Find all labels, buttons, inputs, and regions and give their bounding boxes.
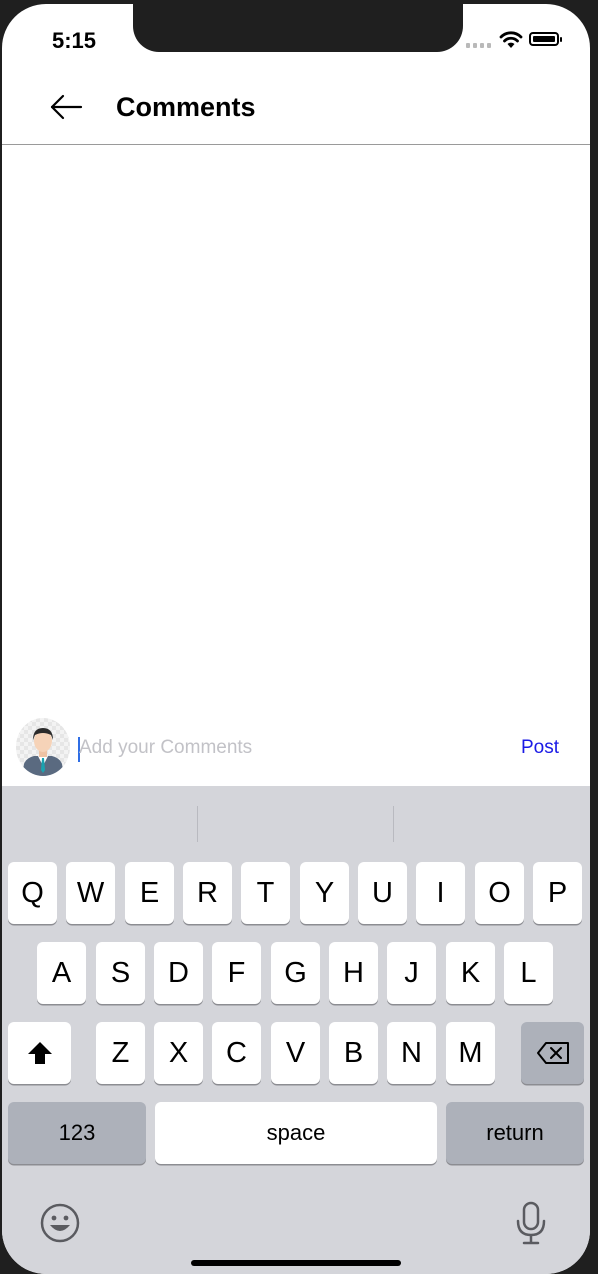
key-o[interactable]: O	[475, 862, 524, 924]
backspace-icon	[536, 1042, 569, 1064]
key-k[interactable]: K	[446, 942, 495, 1004]
suggestion-divider	[197, 806, 198, 842]
key-a[interactable]: A	[37, 942, 86, 1004]
key-q[interactable]: Q	[8, 862, 57, 924]
post-button[interactable]: Post	[521, 737, 559, 759]
microphone-icon[interactable]	[514, 1200, 548, 1246]
shift-icon	[27, 1042, 52, 1064]
header-divider	[2, 144, 590, 145]
key-t[interactable]: T	[241, 862, 290, 924]
home-indicator[interactable]	[191, 1260, 401, 1266]
battery-icon	[529, 32, 562, 46]
keyboard: Q W E R T Y U I O P A S D F G H J K L Z …	[2, 786, 590, 1274]
key-z[interactable]: Z	[96, 1022, 145, 1084]
page-title: Comments	[116, 92, 256, 122]
key-u[interactable]: U	[358, 862, 407, 924]
key-h[interactable]: H	[329, 942, 378, 1004]
comment-bar: Post	[2, 712, 590, 786]
key-d[interactable]: D	[154, 942, 203, 1004]
key-f[interactable]: F	[212, 942, 261, 1004]
key-r[interactable]: R	[183, 862, 232, 924]
status-time: 5:15	[52, 28, 97, 53]
key-v[interactable]: V	[271, 1022, 320, 1084]
key-x[interactable]: X	[154, 1022, 203, 1084]
key-j[interactable]: J	[387, 942, 436, 1004]
suggestion-divider	[393, 806, 394, 842]
key-s[interactable]: S	[96, 942, 145, 1004]
notch	[133, 4, 463, 52]
arrow-left-icon[interactable]	[46, 90, 86, 124]
cellular-signal-icon	[466, 43, 491, 48]
wifi-icon	[499, 31, 523, 48]
key-n[interactable]: N	[387, 1022, 436, 1084]
emoji-icon[interactable]	[39, 1202, 81, 1244]
key-i[interactable]: I	[416, 862, 465, 924]
return-key[interactable]: return	[446, 1102, 584, 1164]
numbers-key[interactable]: 123	[8, 1102, 146, 1164]
key-c[interactable]: C	[212, 1022, 261, 1084]
key-y[interactable]: Y	[300, 862, 349, 924]
user-avatar-icon	[16, 718, 70, 776]
key-m[interactable]: M	[446, 1022, 495, 1084]
phone-screen: 5:15 Comments Post Q W E	[2, 4, 590, 1274]
comment-input[interactable]	[79, 732, 459, 764]
key-p[interactable]: P	[533, 862, 582, 924]
space-key[interactable]: space	[155, 1102, 437, 1164]
shift-key[interactable]	[8, 1022, 71, 1084]
delete-key[interactable]	[521, 1022, 584, 1084]
key-w[interactable]: W	[66, 862, 115, 924]
key-e[interactable]: E	[125, 862, 174, 924]
key-l[interactable]: L	[504, 942, 553, 1004]
key-g[interactable]: G	[271, 942, 320, 1004]
key-b[interactable]: B	[329, 1022, 378, 1084]
